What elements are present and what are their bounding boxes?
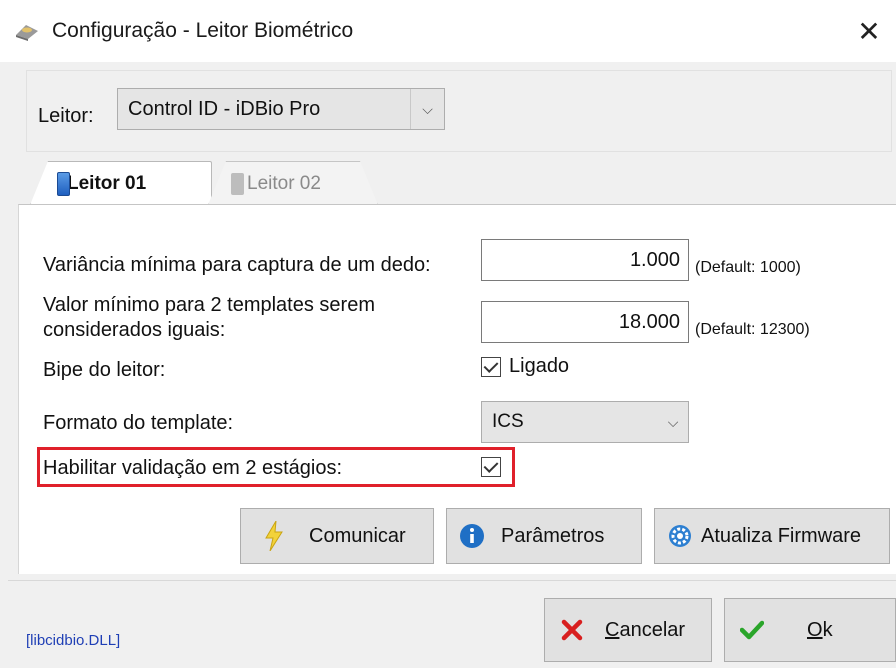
close-button[interactable]: ✕ — [842, 0, 896, 62]
format-select[interactable]: ICS ⌵ — [481, 401, 689, 443]
variance-default-note: (Default: 1000) — [695, 259, 801, 276]
communicate-label: Comunicar — [309, 524, 406, 547]
dialog-content: Leitor: Control ID - iDBio Pro ⌵ Leitor … — [8, 62, 896, 668]
templates-input[interactable]: 18.000 — [481, 301, 689, 343]
templates-label-line2: considerados iguais: — [43, 319, 226, 341]
reader-device-icon — [231, 173, 244, 195]
close-icon: ✕ — [857, 15, 881, 47]
communicate-button[interactable]: Comunicar — [240, 508, 434, 564]
dll-label: [libcidbio.DLL] — [26, 632, 121, 649]
parameters-label: Parâmetros — [501, 524, 605, 547]
two-stage-label: Habilitar validação em 2 estágios: — [43, 457, 343, 479]
close-red-icon — [555, 619, 589, 641]
two-stage-checkbox[interactable] — [481, 457, 501, 477]
checkmark-icon — [735, 620, 769, 640]
configuration-dialog: Configuração - Leitor Biométrico ✕ Leito… — [0, 0, 896, 668]
cancel-button[interactable]: Cancelar — [544, 598, 712, 662]
ok-button[interactable]: Ok — [724, 598, 896, 662]
update-firmware-button[interactable]: Atualiza Firmware — [654, 508, 890, 564]
gear-icon — [663, 523, 697, 549]
footer-divider — [8, 580, 896, 581]
cancel-label: Cancelar — [605, 618, 686, 641]
variance-input[interactable]: 1.000 — [481, 239, 689, 281]
format-label: Formato do template: — [43, 412, 234, 434]
ok-label: Ok — [807, 618, 833, 641]
tab-leitor-02[interactable]: Leitor 02 — [208, 161, 378, 205]
fingerprint-reader-icon — [16, 25, 38, 41]
templates-label-line1: Valor mínimo para 2 templates serem — [43, 294, 375, 316]
tab-leitor-01[interactable]: Leitor 01 — [30, 161, 212, 205]
chevron-down-icon[interactable]: ⌵ — [658, 414, 688, 431]
title-bar: Configuração - Leitor Biométrico ✕ — [0, 0, 896, 62]
variance-label: Variância mínima para captura de um dedo… — [43, 254, 431, 276]
tab-label: Leitor 01 — [67, 172, 147, 194]
templates-default-note: (Default: 12300) — [695, 321, 810, 338]
tab-label: Leitor 02 — [247, 172, 321, 194]
reader-select[interactable]: Control ID - iDBio Pro ⌵ — [117, 88, 445, 130]
chevron-down-icon[interactable]: ⌵ — [410, 89, 444, 129]
format-select-value: ICS — [492, 411, 524, 432]
beep-label: Bipe do leitor: — [43, 359, 166, 381]
info-icon — [455, 523, 489, 549]
beep-checkbox-label[interactable]: Ligado — [509, 355, 569, 378]
parameters-button[interactable]: Parâmetros — [446, 508, 642, 564]
reader-select-value: Control ID - iDBio Pro — [128, 97, 321, 120]
update-firmware-label: Atualiza Firmware — [701, 524, 862, 547]
beep-checkbox[interactable] — [481, 357, 501, 377]
reader-device-icon — [57, 172, 70, 196]
window-title: Configuração - Leitor Biométrico — [52, 19, 354, 42]
lightning-icon — [257, 521, 291, 551]
reader-label: Leitor: — [38, 105, 94, 127]
